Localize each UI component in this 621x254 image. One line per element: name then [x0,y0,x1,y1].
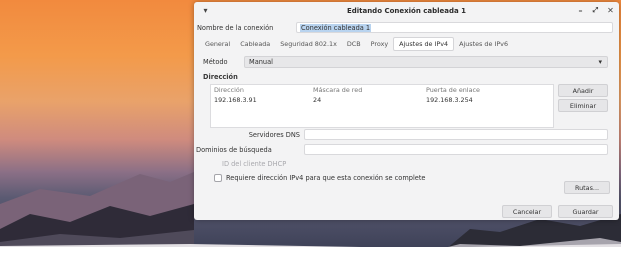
connection-name-value: Conexión cableada 1 [300,23,372,32]
require-ipv4-label: Requiere dirección IPv4 para que esta co… [226,174,426,182]
routes-button[interactable]: Rutas... [564,181,610,194]
remove-address-button[interactable]: Eliminar [558,99,608,112]
method-value: Manual [249,58,273,66]
close-icon[interactable]: ✕ [605,5,616,16]
search-domains-input[interactable] [304,144,608,155]
add-address-button[interactable]: Añadir [558,84,608,97]
save-button[interactable]: Guardar [558,205,613,218]
chevron-down-icon: ▾ [598,58,602,66]
tab-ipv6-settings[interactable]: Ajustes de IPv6 [454,38,513,50]
title-bar: ▾ Editando Conexión cableada 1 – ⤢ ✕ [194,2,619,19]
column-header-address: Dirección [214,86,244,94]
minimize-icon[interactable]: – [575,5,586,16]
desktop-bottom-edge [0,247,621,254]
netmask-cell[interactable]: 24 [313,96,321,104]
chevron-down-icon[interactable]: ▾ [200,5,211,16]
method-select[interactable]: Manual ▾ [244,56,608,68]
tab-general[interactable]: General [200,38,235,50]
tab-ipv4-settings[interactable]: Ajustes de IPv4 [393,37,455,51]
connection-name-label: Nombre de la conexión [197,23,274,32]
address-cell[interactable]: 192.168.3.91 [214,96,257,104]
address-section-label: Dirección [203,72,238,81]
maximize-icon[interactable]: ⤢ [590,5,601,16]
dns-servers-input[interactable] [304,129,608,140]
tab-wired[interactable]: Cableada [235,38,275,50]
connection-name-input[interactable]: Conexión cableada 1 [296,22,613,33]
require-ipv4-checkbox[interactable] [214,174,222,182]
require-ipv4-row: Requiere dirección IPv4 para que esta co… [226,173,425,183]
window-title: Editando Conexión cableada 1 [346,6,467,15]
column-header-gateway: Puerta de enlace [426,86,480,94]
cancel-button[interactable]: Cancelar [502,205,552,218]
connection-name-row: Nombre de la conexión [197,22,273,33]
dns-row: Servidores DNS [210,129,300,140]
dns-label: Servidores DNS [248,130,300,139]
method-row: Método [203,56,228,68]
edit-connection-dialog: ▾ Editando Conexión cableada 1 – ⤢ ✕ Nom… [194,2,619,220]
dhcp-client-id-row: ID del cliente DHCP [222,159,286,169]
search-domains-row: Dominios de búsqueda [196,144,272,155]
tab-proxy[interactable]: Proxy [366,38,394,50]
tab-bar: General Cableada Seguridad 802.1x DCB Pr… [200,37,613,51]
address-section-title: Dirección [203,72,238,81]
dhcp-client-id-label: ID del cliente DHCP [222,160,287,168]
tab-security-8021x[interactable]: Seguridad 802.1x [275,38,342,50]
method-label: Método [203,58,228,66]
search-domains-label: Dominios de búsqueda [196,145,272,154]
tab-dcb[interactable]: DCB [342,38,366,50]
address-table: Dirección Máscara de red Puerta de enlac… [210,84,554,128]
column-header-netmask: Máscara de red [313,86,363,94]
gateway-cell[interactable]: 192.168.3.254 [426,96,473,104]
